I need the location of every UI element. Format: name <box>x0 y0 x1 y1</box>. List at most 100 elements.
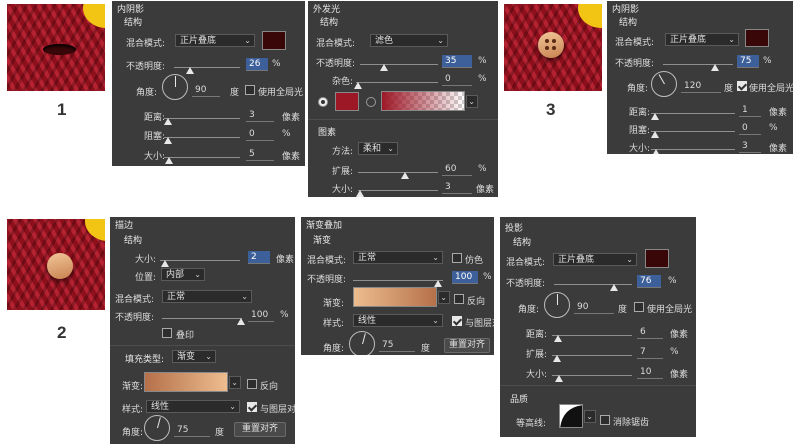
size-slider[interactable] <box>164 157 240 158</box>
angle-input[interactable]: 120 <box>681 80 721 93</box>
opacity-slider[interactable] <box>663 64 733 65</box>
angle-input[interactable]: 90 <box>574 301 614 314</box>
size-slider[interactable] <box>552 375 632 376</box>
reverse-checkbox[interactable] <box>454 294 464 304</box>
size-input[interactable]: 10 <box>637 366 663 379</box>
size-input[interactable]: 3 <box>442 181 472 194</box>
slider-handle[interactable] <box>554 335 562 342</box>
reset-align-button[interactable]: 重置对齐 <box>444 338 490 353</box>
distance-slider[interactable] <box>164 118 240 119</box>
dither-checkbox[interactable] <box>452 253 462 263</box>
distance-input[interactable]: 1 <box>739 104 761 117</box>
spread-slider[interactable] <box>552 355 632 356</box>
gradient-dropdown[interactable]: ⌄ <box>438 291 450 304</box>
blend-mode-select[interactable]: 正常 ⌄ <box>353 251 443 264</box>
blend-mode-select[interactable]: 正片叠底 ⌄ <box>665 33 739 46</box>
blend-mode-select[interactable]: 正常 ⌄ <box>162 290 252 303</box>
align-layer-checkbox[interactable] <box>452 316 462 326</box>
size-slider[interactable] <box>160 260 240 261</box>
slider-handle[interactable] <box>401 172 409 179</box>
opacity-slider[interactable] <box>554 284 632 285</box>
angle-input[interactable]: 90 <box>192 84 220 97</box>
slider-handle[interactable] <box>356 190 364 197</box>
slider-handle[interactable] <box>652 149 660 154</box>
angle-dial[interactable] <box>144 415 170 441</box>
slider-handle[interactable] <box>164 118 172 125</box>
opacity-input[interactable]: 76 <box>637 275 661 288</box>
slider-handle[interactable] <box>610 284 618 291</box>
opacity-input[interactable]: 100 <box>248 309 274 322</box>
glow-color-swatch[interactable] <box>335 92 359 111</box>
global-light-checkbox[interactable] <box>245 85 255 95</box>
distance-input[interactable]: 6 <box>637 326 663 339</box>
opacity-input[interactable]: 35 <box>442 55 472 68</box>
size-slider[interactable] <box>358 190 438 191</box>
distance-input[interactable]: 3 <box>246 109 274 122</box>
noise-input[interactable]: 0 <box>442 73 472 86</box>
slider-handle[interactable] <box>380 64 388 71</box>
angle-dial[interactable] <box>544 292 570 318</box>
opacity-input[interactable]: 26 <box>246 58 268 71</box>
slider-handle[interactable] <box>161 260 169 267</box>
slider-handle[interactable] <box>555 375 563 382</box>
angle-input[interactable]: 75 <box>379 339 415 352</box>
angle-dial[interactable] <box>651 71 677 97</box>
opacity-slider[interactable] <box>360 64 438 65</box>
size-input[interactable]: 3 <box>739 140 761 153</box>
size-slider[interactable] <box>651 149 735 150</box>
slider-handle[interactable] <box>165 157 173 164</box>
glow-gradient-swatch[interactable] <box>381 91 465 111</box>
gradient-dropdown[interactable]: ⌄ <box>466 95 478 108</box>
distance-slider[interactable] <box>552 335 632 336</box>
angle-dial[interactable] <box>349 331 375 355</box>
contour-dropdown[interactable]: ⌄ <box>584 410 596 423</box>
spread-slider[interactable] <box>358 172 438 173</box>
slider-handle[interactable] <box>651 113 659 120</box>
spread-input[interactable]: 7 <box>637 346 663 359</box>
noise-slider[interactable] <box>356 82 438 83</box>
fill-type-select[interactable]: 渐变 ⌄ <box>172 350 216 363</box>
slider-handle[interactable] <box>237 318 245 325</box>
slider-handle[interactable] <box>186 67 194 74</box>
reset-align-button[interactable]: 重置对齐 <box>234 422 286 437</box>
gradient-swatch[interactable] <box>144 372 228 392</box>
size-input[interactable]: 2 <box>248 251 270 264</box>
opacity-slider[interactable] <box>353 280 443 281</box>
angle-dial[interactable] <box>162 74 188 100</box>
blend-mode-select[interactable]: 正片叠底 ⌄ <box>553 253 637 266</box>
reverse-checkbox[interactable] <box>247 379 257 389</box>
shadow-color-swatch[interactable] <box>262 31 286 50</box>
opacity-input[interactable]: 100 <box>452 271 478 284</box>
align-layer-checkbox[interactable] <box>247 402 257 412</box>
shadow-color-swatch[interactable] <box>645 249 669 268</box>
slider-handle[interactable] <box>553 355 561 362</box>
shadow-color-swatch[interactable] <box>745 29 769 47</box>
choke-input[interactable]: 0 <box>739 122 761 135</box>
style-select[interactable]: 线性 ⌄ <box>353 314 443 327</box>
slider-handle[interactable] <box>711 64 719 71</box>
solid-color-radio[interactable] <box>318 97 328 107</box>
opacity-slider[interactable] <box>162 318 242 319</box>
spread-input[interactable]: 60 <box>442 163 472 176</box>
choke-slider[interactable] <box>651 131 735 132</box>
opacity-slider[interactable] <box>174 67 240 68</box>
gradient-dropdown[interactable]: ⌄ <box>229 376 241 389</box>
slider-handle[interactable] <box>651 131 659 138</box>
opacity-input[interactable]: 75 <box>737 55 759 68</box>
choke-slider[interactable] <box>164 137 240 138</box>
global-light-checkbox[interactable] <box>737 81 747 91</box>
gradient-radio[interactable] <box>366 97 376 107</box>
style-select[interactable]: 线性 ⌄ <box>146 400 240 413</box>
contour-preview[interactable] <box>559 404 583 428</box>
slider-handle[interactable] <box>164 137 172 144</box>
slider-handle[interactable] <box>354 82 362 89</box>
choke-input[interactable]: 0 <box>246 128 274 141</box>
gradient-swatch[interactable] <box>353 287 437 307</box>
blend-mode-select[interactable]: 滤色 ⌄ <box>370 34 448 47</box>
position-select[interactable]: 内部 ⌄ <box>161 268 205 281</box>
method-select[interactable]: 柔和 ⌄ <box>358 142 398 155</box>
overprint-checkbox[interactable] <box>162 328 172 338</box>
antialias-checkbox[interactable] <box>600 415 610 425</box>
blend-mode-select[interactable]: 正片叠底 ⌄ <box>175 34 255 47</box>
size-input[interactable]: 5 <box>246 148 274 161</box>
